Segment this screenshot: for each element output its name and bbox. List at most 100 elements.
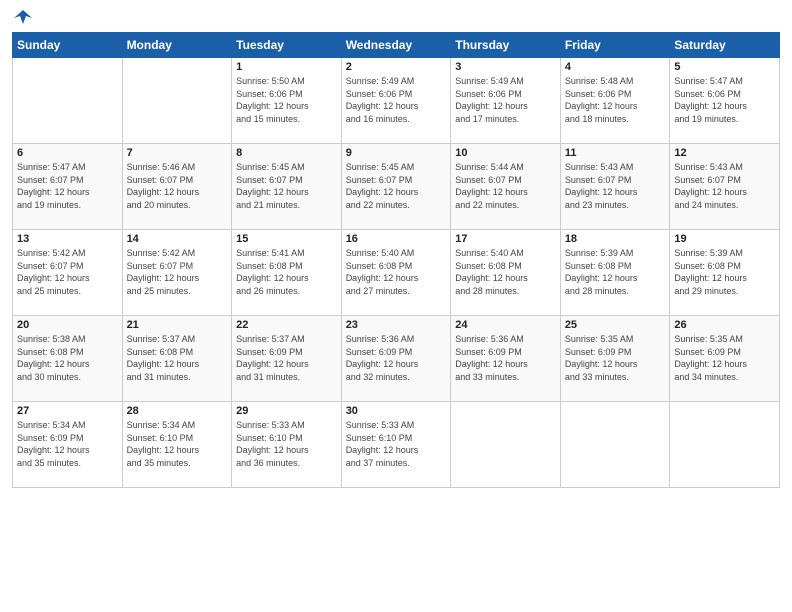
day-number: 7 bbox=[127, 147, 228, 159]
logo bbox=[12, 10, 32, 24]
day-number: 27 bbox=[17, 405, 118, 417]
day-number: 26 bbox=[674, 319, 775, 331]
day-info: Sunrise: 5:34 AM Sunset: 6:09 PM Dayligh… bbox=[17, 419, 118, 469]
day-info: Sunrise: 5:43 AM Sunset: 6:07 PM Dayligh… bbox=[674, 161, 775, 211]
day-info: Sunrise: 5:34 AM Sunset: 6:10 PM Dayligh… bbox=[127, 419, 228, 469]
calendar-week-row: 27 Sunrise: 5:34 AM Sunset: 6:09 PM Dayli… bbox=[13, 402, 780, 488]
day-number: 28 bbox=[127, 405, 228, 417]
day-number: 10 bbox=[455, 147, 556, 159]
day-info: Sunrise: 5:40 AM Sunset: 6:08 PM Dayligh… bbox=[455, 247, 556, 297]
day-number: 29 bbox=[236, 405, 337, 417]
weekday-header: Saturday bbox=[670, 33, 780, 58]
day-number: 14 bbox=[127, 233, 228, 245]
day-number: 20 bbox=[17, 319, 118, 331]
calendar-cell: 4 Sunrise: 5:48 AM Sunset: 6:06 PM Daylig… bbox=[560, 58, 670, 144]
day-number: 30 bbox=[346, 405, 447, 417]
calendar-cell: 22 Sunrise: 5:37 AM Sunset: 6:09 PM Dayli… bbox=[232, 316, 342, 402]
calendar-cell: 9 Sunrise: 5:45 AM Sunset: 6:07 PM Daylig… bbox=[341, 144, 451, 230]
day-info: Sunrise: 5:46 AM Sunset: 6:07 PM Dayligh… bbox=[127, 161, 228, 211]
day-info: Sunrise: 5:49 AM Sunset: 6:06 PM Dayligh… bbox=[346, 75, 447, 125]
calendar-cell: 12 Sunrise: 5:43 AM Sunset: 6:07 PM Dayli… bbox=[670, 144, 780, 230]
day-number: 22 bbox=[236, 319, 337, 331]
day-info: Sunrise: 5:49 AM Sunset: 6:06 PM Dayligh… bbox=[455, 75, 556, 125]
weekday-header: Thursday bbox=[451, 33, 561, 58]
calendar-cell: 8 Sunrise: 5:45 AM Sunset: 6:07 PM Daylig… bbox=[232, 144, 342, 230]
calendar-cell: 2Sunrise: 5:49 AM Sunset: 6:06 PM Daylig… bbox=[341, 58, 451, 144]
calendar-cell: 20 Sunrise: 5:38 AM Sunset: 6:08 PM Dayli… bbox=[13, 316, 123, 402]
day-number: 17 bbox=[455, 233, 556, 245]
day-number: 3 bbox=[455, 61, 556, 73]
calendar-table: SundayMondayTuesdayWednesdayThursdayFrid… bbox=[12, 32, 780, 488]
calendar-cell: 17 Sunrise: 5:40 AM Sunset: 6:08 PM Dayli… bbox=[451, 230, 561, 316]
calendar-week-row: 20 Sunrise: 5:38 AM Sunset: 6:08 PM Dayli… bbox=[13, 316, 780, 402]
logo-bird-icon bbox=[14, 10, 32, 24]
weekday-header: Friday bbox=[560, 33, 670, 58]
calendar-cell: 19 Sunrise: 5:39 AM Sunset: 6:08 PM Dayli… bbox=[670, 230, 780, 316]
day-number: 13 bbox=[17, 233, 118, 245]
calendar-week-row: 13 Sunrise: 5:42 AM Sunset: 6:07 PM Dayli… bbox=[13, 230, 780, 316]
header bbox=[12, 10, 780, 24]
calendar-week-row: 1 Sunrise: 5:50 AM Sunset: 6:06 PM Daylig… bbox=[13, 58, 780, 144]
day-info: Sunrise: 5:37 AM Sunset: 6:08 PM Dayligh… bbox=[127, 333, 228, 383]
calendar-cell: 30 Sunrise: 5:33 AM Sunset: 6:10 PM Dayli… bbox=[341, 402, 451, 488]
calendar-cell: 10 Sunrise: 5:44 AM Sunset: 6:07 PM Dayli… bbox=[451, 144, 561, 230]
day-info: Sunrise: 5:37 AM Sunset: 6:09 PM Dayligh… bbox=[236, 333, 337, 383]
calendar-cell bbox=[670, 402, 780, 488]
calendar-cell: 24Sunrise: 5:36 AM Sunset: 6:09 PM Dayli… bbox=[451, 316, 561, 402]
weekday-header: Tuesday bbox=[232, 33, 342, 58]
calendar-week-row: 6Sunrise: 5:47 AM Sunset: 6:07 PM Daylig… bbox=[13, 144, 780, 230]
day-number: 9 bbox=[346, 147, 447, 159]
day-info: Sunrise: 5:47 AM Sunset: 6:06 PM Dayligh… bbox=[674, 75, 775, 125]
calendar-cell: 3 Sunrise: 5:49 AM Sunset: 6:06 PM Daylig… bbox=[451, 58, 561, 144]
day-info: Sunrise: 5:43 AM Sunset: 6:07 PM Dayligh… bbox=[565, 161, 666, 211]
day-info: Sunrise: 5:50 AM Sunset: 6:06 PM Dayligh… bbox=[236, 75, 337, 125]
calendar-cell: 11 Sunrise: 5:43 AM Sunset: 6:07 PM Dayli… bbox=[560, 144, 670, 230]
day-number: 16 bbox=[346, 233, 447, 245]
calendar-cell: 25 Sunrise: 5:35 AM Sunset: 6:09 PM Dayli… bbox=[560, 316, 670, 402]
calendar-cell bbox=[122, 58, 232, 144]
calendar-cell: 5 Sunrise: 5:47 AM Sunset: 6:06 PM Daylig… bbox=[670, 58, 780, 144]
calendar-cell: 18Sunrise: 5:39 AM Sunset: 6:08 PM Dayli… bbox=[560, 230, 670, 316]
day-info: Sunrise: 5:35 AM Sunset: 6:09 PM Dayligh… bbox=[565, 333, 666, 383]
calendar-cell: 14 Sunrise: 5:42 AM Sunset: 6:07 PM Dayli… bbox=[122, 230, 232, 316]
calendar-header-row: SundayMondayTuesdayWednesdayThursdayFrid… bbox=[13, 33, 780, 58]
day-info: Sunrise: 5:45 AM Sunset: 6:07 PM Dayligh… bbox=[236, 161, 337, 211]
day-info: Sunrise: 5:42 AM Sunset: 6:07 PM Dayligh… bbox=[127, 247, 228, 297]
day-info: Sunrise: 5:38 AM Sunset: 6:08 PM Dayligh… bbox=[17, 333, 118, 383]
day-number: 1 bbox=[236, 61, 337, 73]
day-number: 25 bbox=[565, 319, 666, 331]
calendar-cell: 15 Sunrise: 5:41 AM Sunset: 6:08 PM Dayli… bbox=[232, 230, 342, 316]
calendar-cell: 6Sunrise: 5:47 AM Sunset: 6:07 PM Daylig… bbox=[13, 144, 123, 230]
calendar-cell: 1 Sunrise: 5:50 AM Sunset: 6:06 PM Daylig… bbox=[232, 58, 342, 144]
day-number: 19 bbox=[674, 233, 775, 245]
day-number: 18 bbox=[565, 233, 666, 245]
calendar-cell bbox=[560, 402, 670, 488]
day-number: 21 bbox=[127, 319, 228, 331]
day-number: 6 bbox=[17, 147, 118, 159]
weekday-header: Sunday bbox=[13, 33, 123, 58]
calendar-cell: 27 Sunrise: 5:34 AM Sunset: 6:09 PM Dayli… bbox=[13, 402, 123, 488]
calendar-cell: 28 Sunrise: 5:34 AM Sunset: 6:10 PM Dayli… bbox=[122, 402, 232, 488]
day-info: Sunrise: 5:39 AM Sunset: 6:08 PM Dayligh… bbox=[674, 247, 775, 297]
day-number: 12 bbox=[674, 147, 775, 159]
page: SundayMondayTuesdayWednesdayThursdayFrid… bbox=[0, 0, 792, 612]
day-info: Sunrise: 5:48 AM Sunset: 6:06 PM Dayligh… bbox=[565, 75, 666, 125]
day-info: Sunrise: 5:36 AM Sunset: 6:09 PM Dayligh… bbox=[346, 333, 447, 383]
day-info: Sunrise: 5:40 AM Sunset: 6:08 PM Dayligh… bbox=[346, 247, 447, 297]
day-number: 8 bbox=[236, 147, 337, 159]
day-info: Sunrise: 5:41 AM Sunset: 6:08 PM Dayligh… bbox=[236, 247, 337, 297]
day-info: Sunrise: 5:42 AM Sunset: 6:07 PM Dayligh… bbox=[17, 247, 118, 297]
weekday-header: Wednesday bbox=[341, 33, 451, 58]
calendar-cell: 21 Sunrise: 5:37 AM Sunset: 6:08 PM Dayli… bbox=[122, 316, 232, 402]
day-number: 5 bbox=[674, 61, 775, 73]
day-info: Sunrise: 5:33 AM Sunset: 6:10 PM Dayligh… bbox=[236, 419, 337, 469]
day-info: Sunrise: 5:44 AM Sunset: 6:07 PM Dayligh… bbox=[455, 161, 556, 211]
day-info: Sunrise: 5:35 AM Sunset: 6:09 PM Dayligh… bbox=[674, 333, 775, 383]
day-number: 15 bbox=[236, 233, 337, 245]
day-info: Sunrise: 5:45 AM Sunset: 6:07 PM Dayligh… bbox=[346, 161, 447, 211]
calendar-cell: 7 Sunrise: 5:46 AM Sunset: 6:07 PM Daylig… bbox=[122, 144, 232, 230]
day-number: 4 bbox=[565, 61, 666, 73]
day-number: 11 bbox=[565, 147, 666, 159]
day-info: Sunrise: 5:33 AM Sunset: 6:10 PM Dayligh… bbox=[346, 419, 447, 469]
day-info: Sunrise: 5:36 AM Sunset: 6:09 PM Dayligh… bbox=[455, 333, 556, 383]
